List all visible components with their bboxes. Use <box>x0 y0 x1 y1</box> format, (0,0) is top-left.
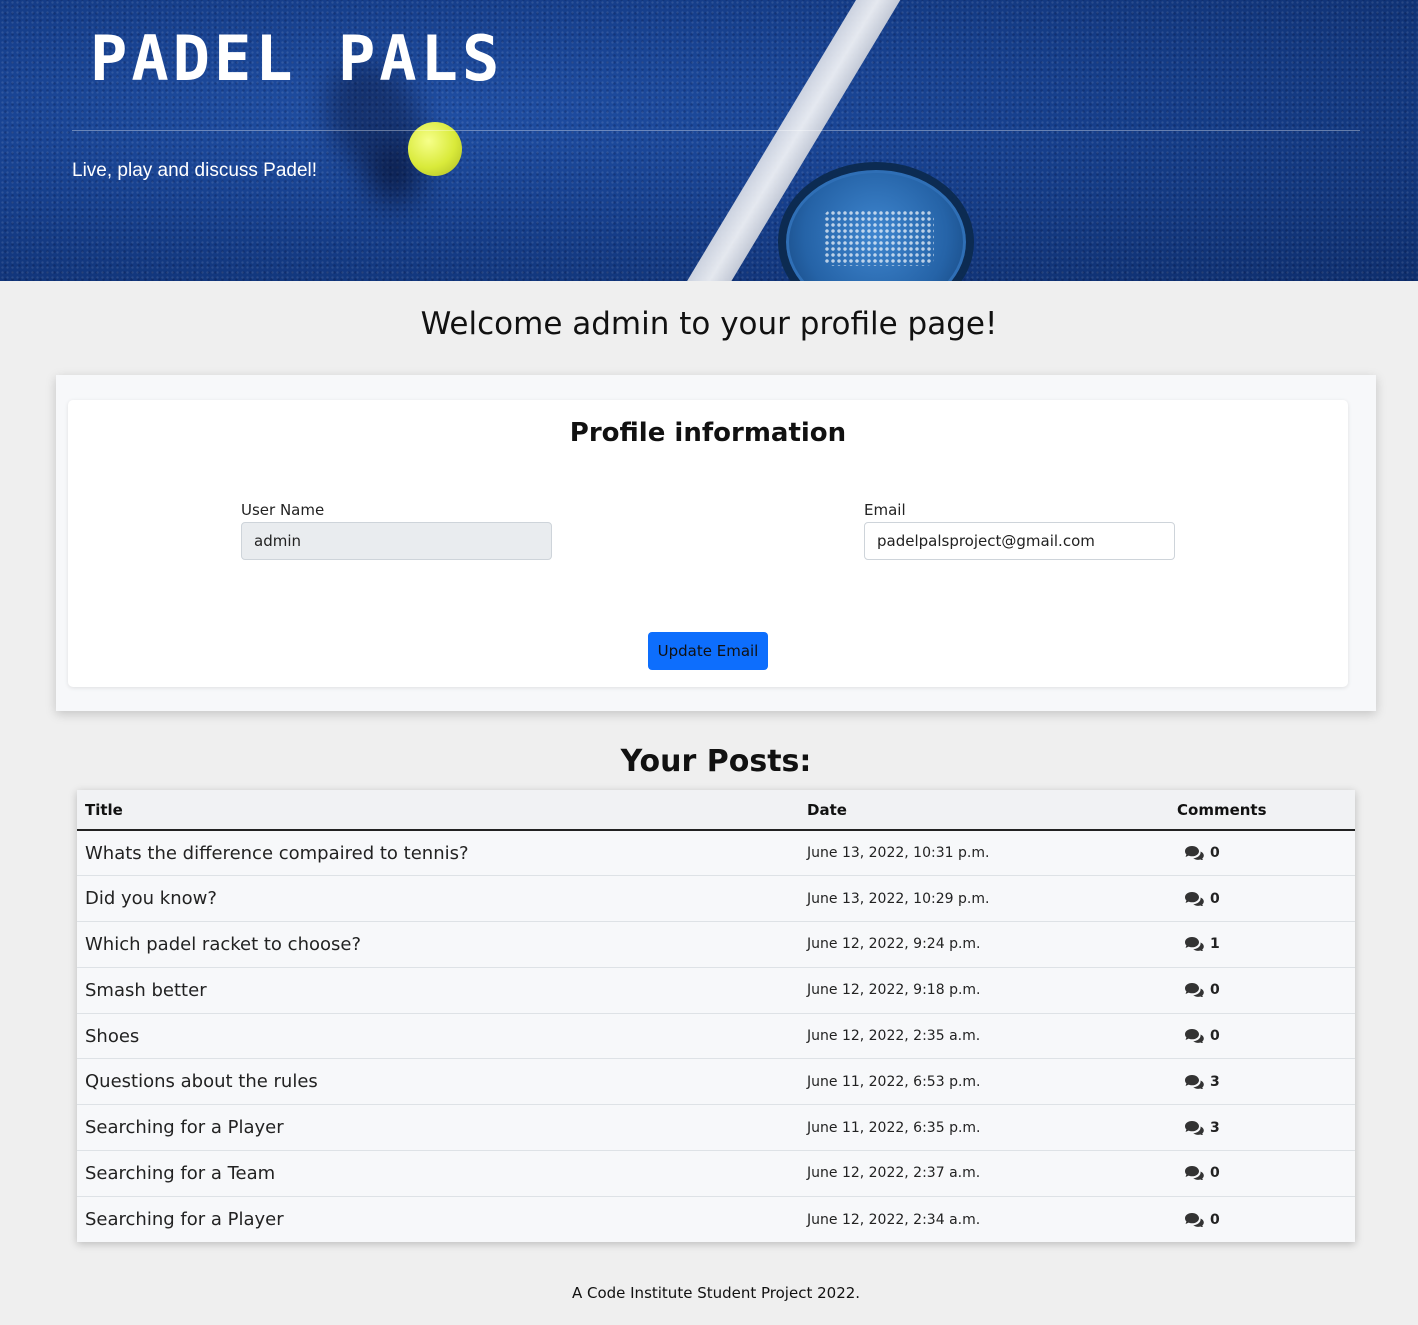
comments-icon <box>1185 1166 1204 1181</box>
posts-table-container: Title Date Comments Whats the difference… <box>77 790 1355 1243</box>
table-row[interactable]: Which padel racket to choose? June 12, 2… <box>77 921 1355 968</box>
post-date: June 12, 2022, 9:24 p.m. <box>799 921 1169 968</box>
comments-icon <box>1185 1029 1204 1044</box>
post-comment-count: 0 <box>1169 1150 1355 1197</box>
post-title-link[interactable]: Questions about the rules <box>77 1058 799 1106</box>
posts-heading: Your Posts: <box>620 744 812 779</box>
comment-count: 0 <box>1210 845 1220 862</box>
post-date: June 12, 2022, 2:35 a.m. <box>799 1013 1169 1060</box>
comments-icon <box>1185 983 1204 998</box>
table-header-row: Title Date Comments <box>77 790 1355 831</box>
comments-icon <box>1185 1120 1204 1135</box>
table-row[interactable]: Smash better June 12, 2022, 9:18 p.m. 0 <box>77 967 1355 1014</box>
column-header-date: Date <box>799 790 1169 831</box>
post-date: June 11, 2022, 6:53 p.m. <box>799 1058 1169 1106</box>
post-comment-count: 0 <box>1169 1013 1355 1060</box>
comment-count: 3 <box>1210 1073 1220 1090</box>
table-row[interactable]: Whats the difference compaired to tennis… <box>77 830 1355 877</box>
update-email-button[interactable]: Update Email <box>648 632 768 670</box>
post-date: June 13, 2022, 10:29 p.m. <box>799 875 1169 923</box>
comment-count: 3 <box>1210 1119 1220 1136</box>
profile-section: Profile information User Name Email Upda… <box>56 375 1376 711</box>
table-row[interactable]: Questions about the rules June 11, 2022,… <box>77 1058 1355 1106</box>
username-field[interactable] <box>241 522 552 560</box>
profile-card: Profile information User Name Email Upda… <box>68 400 1348 687</box>
table-row[interactable]: Searching for a Player June 11, 2022, 6:… <box>77 1104 1355 1152</box>
post-comment-count: 1 <box>1169 921 1355 968</box>
site-title[interactable]: PADEL PALS <box>90 22 503 95</box>
site-tagline: Live, play and discuss Padel! <box>72 160 318 181</box>
post-comment-count: 0 <box>1169 875 1355 923</box>
post-date: June 11, 2022, 6:35 p.m. <box>799 1104 1169 1152</box>
comment-count: 1 <box>1210 936 1220 953</box>
comments-icon <box>1185 846 1204 861</box>
footer-text: A Code Institute Student Project 2022. <box>571 1284 861 1302</box>
comment-count: 0 <box>1210 1028 1220 1045</box>
table-row[interactable]: Searching for a Player June 12, 2022, 2:… <box>77 1196 1355 1242</box>
comment-count: 0 <box>1210 982 1220 999</box>
post-comment-count: 0 <box>1169 830 1355 877</box>
comments-icon <box>1185 891 1204 906</box>
post-title-link[interactable]: Searching for a Team <box>77 1150 799 1197</box>
posts-table: Title Date Comments Whats the difference… <box>77 790 1355 1242</box>
post-date: June 13, 2022, 10:31 p.m. <box>799 830 1169 877</box>
comments-icon <box>1185 1074 1204 1089</box>
post-date: June 12, 2022, 9:18 p.m. <box>799 967 1169 1014</box>
comments-icon <box>1185 1212 1204 1227</box>
welcome-heading: Welcome admin to your profile page! <box>420 306 998 342</box>
post-title-link[interactable]: Did you know? <box>77 875 799 923</box>
column-header-comments: Comments <box>1169 790 1355 831</box>
hero-banner: PADEL PALS Live, play and discuss Padel! <box>0 0 1418 281</box>
comment-count: 0 <box>1210 1165 1220 1182</box>
hero-divider <box>72 130 1360 131</box>
email-label: Email <box>864 501 906 519</box>
column-header-title: Title <box>77 790 799 831</box>
comment-count: 0 <box>1210 890 1220 907</box>
post-date: June 12, 2022, 2:34 a.m. <box>807 1211 981 1228</box>
post-title-link[interactable]: Smash better <box>77 967 799 1014</box>
table-row[interactable]: Did you know? June 13, 2022, 10:29 p.m. … <box>77 875 1355 923</box>
username-label: User Name <box>241 501 325 519</box>
post-comment-count: 3 <box>1169 1058 1355 1106</box>
post-title-link[interactable]: Searching for a Player <box>77 1104 799 1152</box>
racket-logo <box>824 210 934 266</box>
post-date: June 12, 2022, 2:37 a.m. <box>799 1150 1169 1197</box>
post-title-link[interactable]: Searching for a Player <box>77 1196 799 1242</box>
post-comment-count: 0 <box>1169 967 1355 1014</box>
post-comment-count: 0 <box>1169 1196 1355 1242</box>
post-title-link[interactable]: Whats the difference compaired to tennis… <box>77 830 799 877</box>
post-comment-count: 3 <box>1169 1104 1355 1152</box>
table-row[interactable]: Searching for a Team June 12, 2022, 2:37… <box>77 1150 1355 1197</box>
post-title-link[interactable]: Shoes <box>77 1013 799 1060</box>
comment-count: 0 <box>1210 1211 1220 1228</box>
email-field[interactable] <box>864 522 1175 560</box>
profile-heading: Profile information <box>569 418 847 448</box>
post-title-link[interactable]: Which padel racket to choose? <box>77 921 799 968</box>
comments-icon <box>1185 937 1204 952</box>
table-row[interactable]: Shoes June 12, 2022, 2:35 a.m. 0 <box>77 1013 1355 1060</box>
